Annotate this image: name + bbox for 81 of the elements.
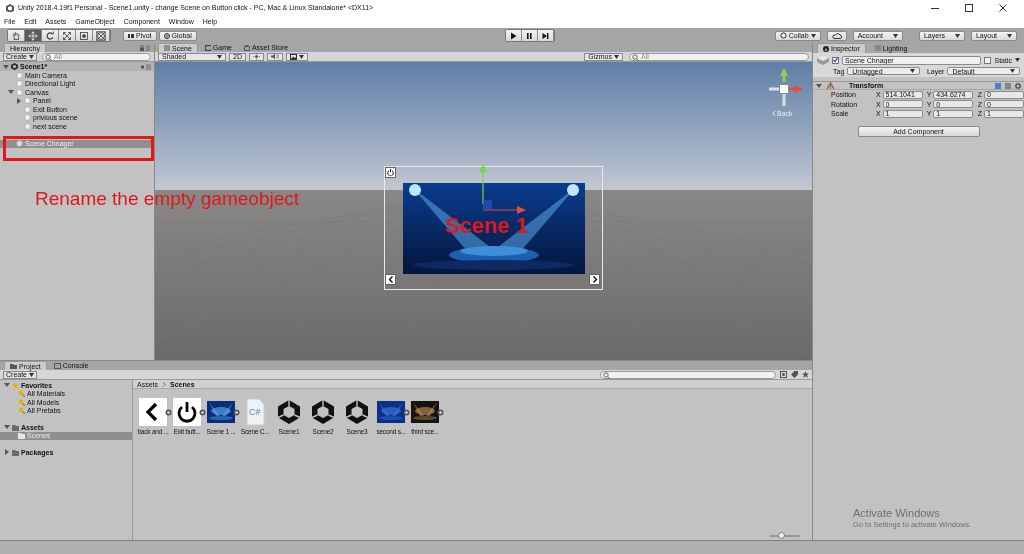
expand-dot-icon xyxy=(165,409,172,416)
caret-icon xyxy=(1010,69,1015,73)
expand-dot-icon xyxy=(403,409,410,416)
caret-icon xyxy=(1015,58,1020,62)
activation-title: Activate Windows xyxy=(853,507,941,519)
transform-icon xyxy=(96,30,106,41)
slider-thumb[interactable] xyxy=(777,531,785,539)
caret-icon xyxy=(909,69,915,73)
cloud-button[interactable] xyxy=(826,30,847,41)
caret-icon xyxy=(810,33,816,38)
maximize-icon[interactable] xyxy=(964,2,974,13)
check-icon xyxy=(833,57,838,63)
settings-icon xyxy=(1015,82,1021,89)
sync-icon xyxy=(779,32,787,39)
play-button[interactable] xyxy=(505,30,522,41)
scene-title-text: Scene 1 xyxy=(445,213,529,239)
info-icon xyxy=(823,45,829,52)
step-icon xyxy=(540,30,551,41)
effects-dropdown[interactable] xyxy=(285,52,308,61)
globe-icon xyxy=(163,32,170,39)
scale-icon xyxy=(62,30,72,41)
static-checkbox[interactable] xyxy=(984,56,992,64)
close-icon[interactable] xyxy=(998,2,1008,13)
rotate-icon xyxy=(45,30,55,41)
caret-icon xyxy=(892,33,898,38)
gameobject-icon xyxy=(16,140,23,148)
cloud-icon xyxy=(831,32,842,39)
transform-icon xyxy=(826,81,835,90)
move-gizmo-drawing xyxy=(477,162,527,214)
pause-button[interactable] xyxy=(521,30,538,41)
rect-icon xyxy=(79,30,89,41)
image-icon xyxy=(289,53,297,60)
expand-arrow-icon xyxy=(816,82,822,89)
step-button[interactable] xyxy=(537,30,554,41)
scale-tool[interactable] xyxy=(59,30,76,41)
caret-icon xyxy=(954,33,960,38)
store-icon xyxy=(243,44,250,51)
lighting-toggle[interactable] xyxy=(248,52,264,61)
caret-icon xyxy=(614,54,619,59)
panel-menu-icon xyxy=(141,63,151,70)
presets-icon xyxy=(1005,82,1011,89)
expand-arrow-icon xyxy=(3,63,9,70)
star-icon xyxy=(12,381,19,389)
move-icon xyxy=(28,30,38,41)
expand-dot-icon xyxy=(437,409,444,416)
list-icon xyxy=(874,45,881,51)
pause-icon xyxy=(524,30,535,41)
move-tool[interactable] xyxy=(25,30,42,41)
favorite-icon xyxy=(802,371,809,378)
power-icon[interactable] xyxy=(173,398,201,426)
help-icon xyxy=(995,82,1001,89)
caret-icon xyxy=(298,54,304,59)
audio-toggle[interactable] xyxy=(266,52,283,61)
gameobject-icon xyxy=(817,55,829,65)
lock-icon xyxy=(140,44,150,51)
icon-size-slider[interactable] xyxy=(770,534,800,537)
search-field[interactable] xyxy=(600,370,776,379)
speaker-icon xyxy=(270,53,279,60)
sun-icon xyxy=(252,53,260,60)
scene-icon xyxy=(164,45,170,51)
console-icon xyxy=(53,362,61,369)
file-type-label: C# xyxy=(249,407,261,417)
pivot-icon xyxy=(128,32,134,39)
arrow-left-icon[interactable] xyxy=(139,398,167,426)
hand-icon xyxy=(11,30,21,41)
active-checkbox[interactable] xyxy=(832,56,839,64)
hand-tool[interactable] xyxy=(8,30,25,41)
expand-dot-icon xyxy=(199,409,206,416)
filter-type-icon xyxy=(780,371,787,378)
transform-tool[interactable] xyxy=(93,30,110,41)
rotate-tool[interactable] xyxy=(42,30,59,41)
rect-tool[interactable] xyxy=(76,30,93,41)
caret-icon xyxy=(29,372,34,377)
expand-dot-icon xyxy=(233,409,240,416)
play-icon xyxy=(508,30,519,41)
chevron-icon xyxy=(162,381,166,387)
game-icon xyxy=(204,44,211,51)
annotation-text: Rename the empty gameobject xyxy=(35,188,300,210)
caret-icon xyxy=(217,54,222,59)
caret-icon xyxy=(29,54,34,59)
caret-icon xyxy=(1007,33,1012,38)
